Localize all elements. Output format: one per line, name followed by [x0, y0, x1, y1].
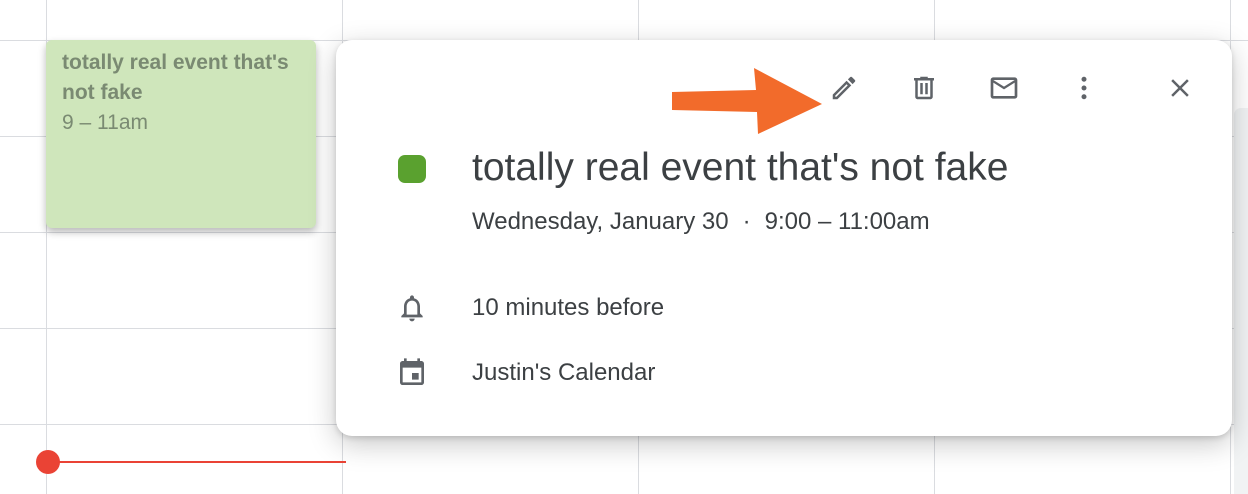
delete-event-button[interactable]: [900, 64, 948, 112]
close-icon: [1171, 79, 1189, 97]
more-vert-icon: [1081, 76, 1087, 100]
trash-icon: [914, 76, 934, 100]
current-time-line: [48, 461, 346, 463]
event-datetime: Wednesday, January 30 · 9:00 – 11:00am: [472, 206, 930, 238]
scrollbar[interactable]: [1234, 108, 1248, 494]
mail-icon: [990, 77, 1018, 99]
event-chip-time: 9 – 11am: [62, 111, 148, 134]
reminder-text: 10 minutes before: [472, 294, 665, 321]
annotation-arrow-icon: [672, 68, 822, 134]
bell-icon: [394, 290, 430, 326]
edit-event-button[interactable]: [820, 64, 868, 112]
close-popup-button[interactable]: [1156, 64, 1204, 112]
event-chip-title: totally real event that's not fake: [62, 51, 289, 104]
more-options-button[interactable]: [1060, 64, 1108, 112]
event-color-indicator: [398, 155, 426, 183]
pencil-icon: [832, 76, 856, 100]
reminder-row: 10 minutes before: [394, 290, 664, 326]
calendar-name: Justin's Calendar: [472, 359, 656, 386]
current-time-dot: [36, 450, 60, 474]
calendar-icon: [394, 355, 430, 391]
event-title: totally real event that's not fake: [472, 146, 1009, 189]
event-details-popup: totally real event that's not fake Wedne…: [336, 40, 1232, 436]
date-time-separator: ·: [742, 208, 751, 235]
event-date: Wednesday, January 30: [472, 208, 729, 235]
calendar-row: Justin's Calendar: [394, 355, 655, 391]
event-time: 9:00 – 11:00am: [764, 208, 930, 235]
event-chip[interactable]: totally real event that's not fake 9 – 1…: [46, 40, 316, 228]
email-guests-button[interactable]: [980, 64, 1028, 112]
